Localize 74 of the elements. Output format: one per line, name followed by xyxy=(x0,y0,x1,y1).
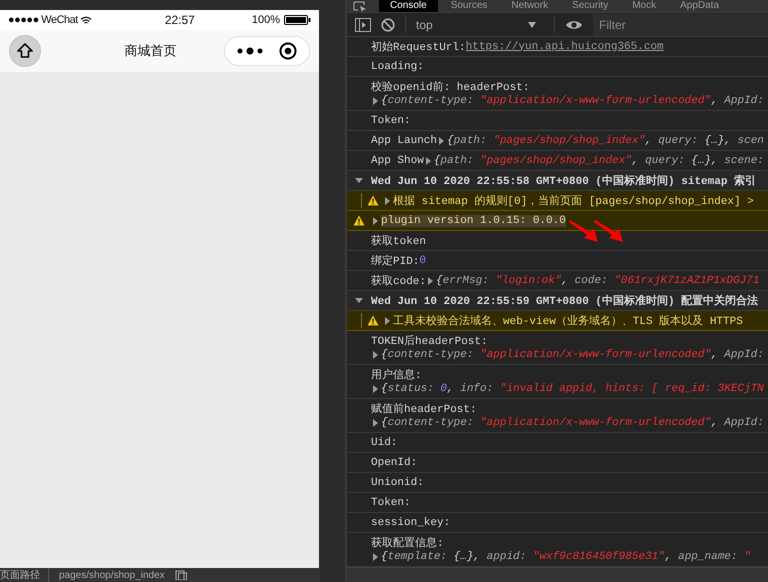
log-message: 赋值前headerPost: xyxy=(371,402,477,416)
log-message: 获取配置信息: xyxy=(371,536,444,550)
warning-message: 工具未校验合法域名、web-view（业务域名）、TLS 版本以及 HTTPS xyxy=(393,314,743,328)
warning-message: plugin version 1.0.15: 0.0.0 xyxy=(381,214,566,226)
page-title: 商城首页 xyxy=(124,42,178,60)
expand-triangle-icon[interactable] xyxy=(355,298,363,303)
expand-triangle-icon[interactable] xyxy=(373,553,378,561)
log-message: 绑定PID: xyxy=(371,254,420,268)
path-label: 页面路径 xyxy=(0,568,49,582)
warning-icon xyxy=(353,215,365,226)
caret-icon xyxy=(528,22,536,28)
group-title: Wed Jun 10 2020 22:55:58 GMT+0800 (中国标准时间) sitemap 索引 xyxy=(371,174,756,188)
more-dots-icon[interactable] xyxy=(237,47,263,55)
log-link[interactable]: https://yun.api.huicong365.com xyxy=(466,40,664,52)
copy-icon[interactable] xyxy=(174,570,187,580)
warning-message: 根据 sitemap 的规则[0]，当前页面 [pages/shop/shop_index] > xyxy=(393,194,754,208)
context-dropdown[interactable]: top xyxy=(416,18,544,32)
log-message: Token: xyxy=(371,496,411,508)
clear-console-icon[interactable] xyxy=(381,18,395,32)
warning-icon xyxy=(367,315,379,326)
log-message: 校验openid前: headerPost: xyxy=(371,80,530,94)
home-icon xyxy=(16,42,34,60)
log-message: Unionid: xyxy=(371,476,424,488)
object-preview: {status: 0, info: "invalid appid, hints: [ req_id: 3KECjTN xyxy=(381,383,764,395)
expand-triangle-icon[interactable] xyxy=(428,276,434,284)
group-title: Wed Jun 10 2020 22:55:59 GMT+0800 (中国标准时间) 配置中关闭合法 xyxy=(371,294,758,308)
home-button[interactable] xyxy=(9,35,41,67)
expand-triangle-icon[interactable] xyxy=(385,316,390,324)
log-message: Loading: xyxy=(371,60,424,72)
object-preview: {content-type: "application/x-www-form-urlencoded", AppId: xyxy=(381,349,764,361)
expand-triangle-icon[interactable] xyxy=(385,196,390,204)
log-value: 0 xyxy=(419,254,426,266)
log-message: 获取code: xyxy=(371,274,426,288)
sidebar-toggle-icon[interactable] xyxy=(355,18,371,32)
expand-triangle-icon[interactable] xyxy=(355,178,363,183)
close-circle-icon[interactable] xyxy=(279,42,297,60)
log-message: App Show xyxy=(371,154,424,166)
battery-label: 100% xyxy=(252,14,280,26)
expand-triangle-icon[interactable] xyxy=(373,351,378,359)
eye-icon[interactable] xyxy=(565,18,583,30)
expand-triangle-icon[interactable] xyxy=(373,97,378,105)
log-message: 初始RequestUrl: xyxy=(371,40,466,54)
filter-field[interactable]: Filter xyxy=(593,14,768,36)
log-message: Uid: xyxy=(371,436,398,448)
log-message: App Launch xyxy=(371,134,438,146)
devtools-tab[interactable]: AppData xyxy=(669,0,730,12)
log-message: 用户信息: xyxy=(371,368,422,382)
devtools-tab[interactable]: Network xyxy=(500,0,560,12)
object-preview: {path: "pages/shop/shop_index", query: {…}, scen xyxy=(447,134,764,146)
object-preview: {content-type: "application/x-www-form-urlencoded", AppId: xyxy=(381,95,764,107)
expand-triangle-icon[interactable] xyxy=(373,419,378,427)
clock-label: 22:57 xyxy=(164,13,195,27)
log-message: 获取token xyxy=(371,234,426,248)
expand-triangle-icon[interactable] xyxy=(426,156,431,164)
carrier-label: ●●●●● WeChat xyxy=(8,14,78,26)
log-message: session_key: xyxy=(371,516,450,528)
wifi-icon xyxy=(80,16,92,24)
devtools-tab[interactable]: Sources xyxy=(440,0,498,12)
expand-triangle-icon[interactable] xyxy=(373,385,378,393)
log-message: TOKEN后headerPost: xyxy=(371,334,488,348)
object-preview: {path: "pages/shop/shop_index", query: {…}, scene: xyxy=(434,154,764,166)
object-preview: {content-type: "application/x-www-form-urlencoded", AppId: xyxy=(381,417,764,429)
log-message: OpenId: xyxy=(371,456,418,468)
object-preview: {template: {…}, appid: "wxf9c816450f985e31", app_name: " xyxy=(381,551,751,563)
devtools-tab[interactable]: Console xyxy=(379,0,438,12)
inspect-icon[interactable] xyxy=(353,0,367,12)
expand-triangle-icon[interactable] xyxy=(439,136,444,144)
page-path: pages/shop/shop_index xyxy=(59,570,165,580)
devtools-tab[interactable]: Security xyxy=(561,0,620,12)
devtools-tab[interactable]: Mock xyxy=(621,0,668,12)
battery-icon xyxy=(284,15,311,25)
log-message: Token: xyxy=(371,114,411,126)
warning-icon xyxy=(367,195,379,206)
object-preview: {errMsg: "login:ok", code: "061rxjK71zAZ1P1xDGJ71 xyxy=(436,274,760,286)
